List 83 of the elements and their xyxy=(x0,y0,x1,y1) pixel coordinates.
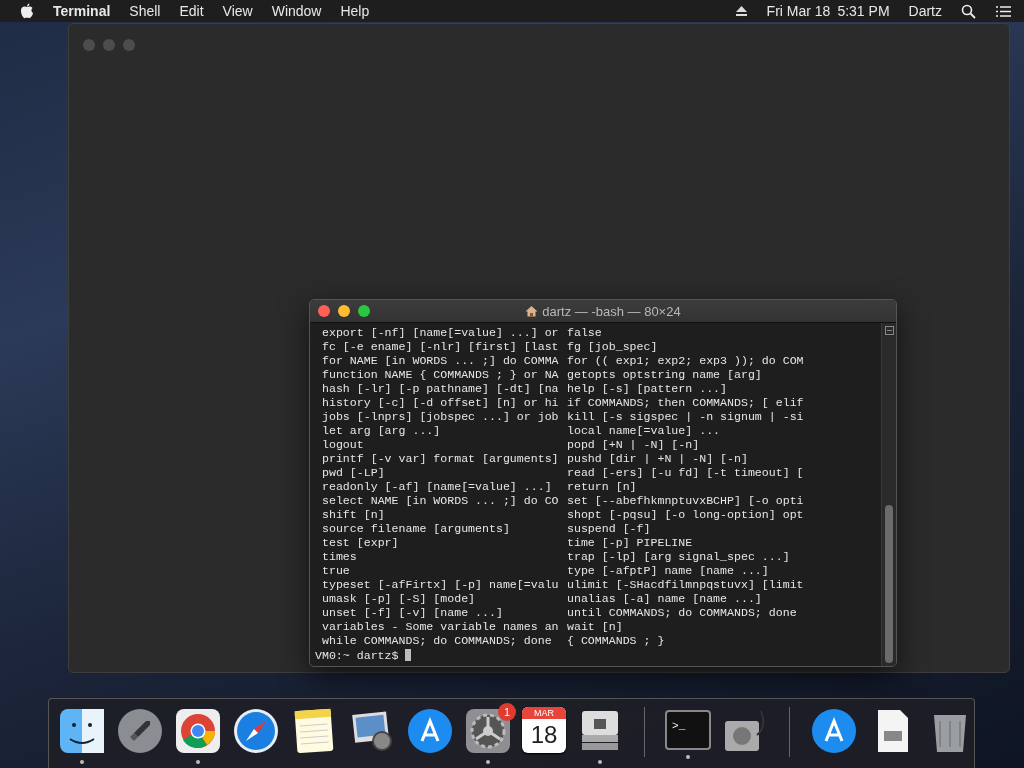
terminal-text: local name[=value] ... xyxy=(567,424,722,438)
terminal-text: while COMMANDS; do COMMANDS; done xyxy=(322,634,553,648)
window-control-dot[interactable] xyxy=(123,39,135,51)
terminal-text: wait [n] xyxy=(567,620,624,634)
menu-date[interactable]: Fri Mar 18 xyxy=(766,3,831,19)
apple-logo-icon xyxy=(20,3,34,19)
window-control-dot[interactable] xyxy=(83,39,95,51)
terminal-text: times xyxy=(322,550,358,564)
terminal-text: fc [-e ename] [-nlr] [first] [last xyxy=(322,340,560,354)
terminal-text: hash [-lr] [-p pathname] [-dt] [na xyxy=(322,382,560,396)
eject-icon xyxy=(734,5,748,17)
terminal-text: if COMMANDS; then COMMANDS; [ elif xyxy=(567,396,805,410)
list-icon xyxy=(995,4,1012,18)
terminal-text: set [--abefhkmnptuvxBCHP] [-o opti xyxy=(567,494,805,508)
terminal-text: history [-c] [-d offset] [n] or hi xyxy=(322,396,560,410)
split-pane-icon xyxy=(884,326,894,335)
terminal-text: false xyxy=(567,326,603,340)
house-icon xyxy=(525,305,539,317)
terminal-text: trap [-lp] [arg signal_spec ...] xyxy=(567,550,791,564)
terminal-text: function NAME { COMMANDS ; } or NA xyxy=(322,368,560,382)
terminal-text: select NAME [in WORDS ... ;] do CO xyxy=(322,494,560,508)
terminal-text: logout xyxy=(322,438,365,452)
prompt-glyph: >_ xyxy=(672,720,686,732)
dock-item[interactable]: >_ xyxy=(665,707,712,768)
terminal-text: getopts optstring name [arg] xyxy=(567,368,763,382)
terminal-text: read [-ers] [-u fd] [-t timeout] [ xyxy=(567,466,805,480)
close-button[interactable] xyxy=(318,305,330,317)
terminal-text: pushd [dir | +N | -N] [-n] xyxy=(567,452,749,466)
terminal-text: variables - Some variable names an xyxy=(322,620,560,634)
circle-logo-icon xyxy=(174,707,222,755)
terminal-text: true xyxy=(322,564,351,578)
terminal-text: shopt [-pqsu] [-o long-option] opt xyxy=(567,508,805,522)
terminal-text: for (( exp1; exp2; exp3 )); do COM xyxy=(567,354,805,368)
terminal-text: fg [job_spec] xyxy=(567,340,659,354)
smiling-face-icon xyxy=(58,707,106,755)
terminal-text: test [expr] xyxy=(322,536,400,550)
terminal-text: type [-afptP] name [name ...] xyxy=(567,564,770,578)
menu-item[interactable]: Edit xyxy=(179,3,204,19)
calendar-day: 18 xyxy=(530,719,558,751)
menu-clock[interactable]: 5:31 PM xyxy=(837,3,890,19)
terminal-text: for NAME [in WORDS ... ;] do COMMA xyxy=(322,354,560,368)
terminal-text: let arg [arg ...] xyxy=(322,424,442,438)
minimize-button[interactable] xyxy=(338,305,350,317)
letter-a-icon xyxy=(810,707,858,755)
user-menu[interactable]: Dartz xyxy=(908,3,942,19)
terminal-text: printf [-v var] format [arguments] xyxy=(322,452,560,466)
terminal-text: umask [-p] [-S] [mode] xyxy=(322,592,477,606)
terminal-text: pwd [-LP] xyxy=(322,466,386,480)
letter-a-icon xyxy=(406,707,454,755)
scrollbar-thumb[interactable] xyxy=(885,505,893,663)
dock-item[interactable]: MAR 18 xyxy=(522,707,567,768)
terminal-text: popd [+N | -N] [-n] xyxy=(567,438,701,452)
shell-prompt: VM0:~ dartz$ xyxy=(315,648,399,662)
terminal-text: time [-p] PIPELINE xyxy=(567,536,694,550)
terminal-text: help [-s] [pattern ...] xyxy=(567,382,729,396)
terminal-text: shift [n] xyxy=(322,508,386,522)
terminal-text: ulimit [-SHacdfilmnpqstuvx] [limit xyxy=(567,578,805,592)
window-control-dot[interactable] xyxy=(103,39,115,51)
text-cursor xyxy=(404,649,411,661)
notification-badge: 1 xyxy=(498,703,516,721)
gear-icon xyxy=(464,707,512,755)
compass-icon xyxy=(232,707,280,755)
menu-item[interactable]: View xyxy=(222,3,253,19)
terminal-text: kill [-s sigspec | -n signum | -si xyxy=(567,410,805,424)
terminal-text: typeset [-afFirtx] [-p] name[=valu xyxy=(322,578,560,592)
menu-item[interactable]: Help xyxy=(340,3,370,19)
terminal-text: return [n] xyxy=(567,480,638,494)
app-menu[interactable]: Terminal xyxy=(53,3,111,19)
menu-item[interactable]: Shell xyxy=(129,3,161,19)
window-title: dartz — -bash — 80×24 xyxy=(542,303,681,319)
terminal-text: suspend [-f] xyxy=(567,522,652,536)
terminal-text: readonly [-af] [name[=value] ...] xyxy=(322,480,553,494)
terminal-text: jobs [-lnprs] [jobspec ...] or job xyxy=(322,410,560,424)
search-icon xyxy=(961,3,976,19)
terminal-text: source filename [arguments] xyxy=(322,522,511,536)
calendar-month: MAR xyxy=(522,707,567,719)
menu-item[interactable]: Window xyxy=(271,3,322,19)
terminal-text: unalias [-a] name [name ...] xyxy=(567,592,763,606)
zoom-button[interactable] xyxy=(358,305,370,317)
terminal-text: unset [-f] [-v] [name ...] xyxy=(322,606,504,620)
terminal-text: until COMMANDS; do COMMANDS; done xyxy=(567,606,798,620)
terminal-text: export [-nf] [name[=value] ...] or xyxy=(322,326,560,340)
terminal-text: { COMMANDS ; } xyxy=(567,634,666,648)
